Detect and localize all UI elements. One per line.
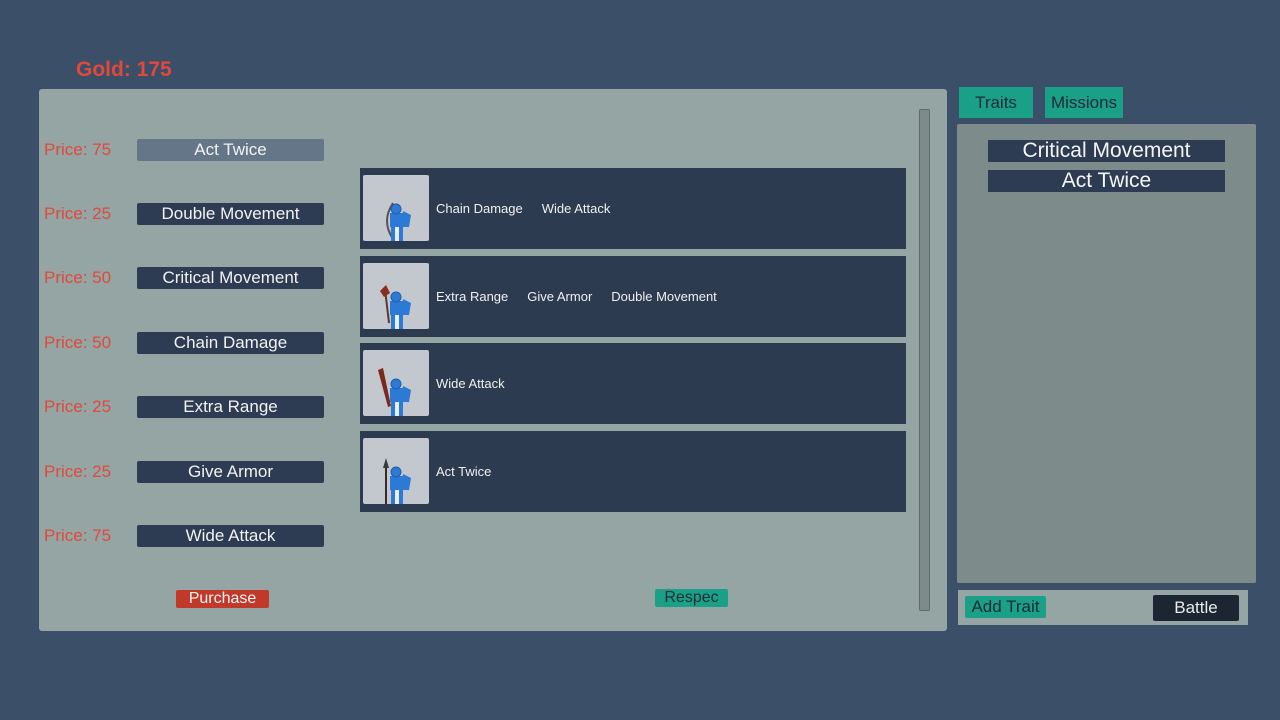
battle-button[interactable]: Battle — [1153, 595, 1239, 621]
shop-trait-extra-range[interactable]: Extra Range — [137, 396, 324, 418]
unit-portrait — [363, 175, 429, 241]
gold-counter: Gold: 175 — [76, 58, 172, 81]
shop-trait-double-movement[interactable]: Double Movement — [137, 203, 324, 225]
trait-price: Price: 75 — [44, 526, 112, 545]
shop-trait-act-twice[interactable]: Act Twice — [137, 139, 324, 161]
trait-price: Price: 25 — [44, 397, 112, 416]
shop-trait-give-armor[interactable]: Give Armor — [137, 461, 324, 483]
shop-trait-chain-damage[interactable]: Chain Damage — [137, 332, 324, 354]
unit-portrait — [363, 438, 429, 504]
respec-button[interactable]: Respec — [655, 589, 728, 607]
tab-traits[interactable]: Traits — [959, 87, 1033, 118]
unit-trait: Chain Damage — [436, 201, 523, 216]
owned-traits-panel: Critical Movement Act Twice — [957, 124, 1256, 583]
unit-trait: Wide Attack — [436, 376, 505, 391]
unit-trait: Wide Attack — [541, 201, 611, 216]
shop-trait-wide-attack[interactable]: Wide Attack — [137, 525, 324, 547]
unit-trait: Give Armor — [527, 289, 593, 304]
axe-unit-icon — [380, 285, 411, 329]
purchase-button[interactable]: Purchase — [176, 590, 269, 608]
trait-price: Price: 25 — [44, 204, 112, 223]
unit-trait: Act Twice — [436, 464, 492, 479]
unit-row[interactable]: Wide Attack — [360, 343, 906, 424]
trait-price: Price: 25 — [44, 462, 112, 481]
unit-portrait — [363, 350, 429, 416]
archer-unit-icon — [386, 202, 411, 241]
unit-row[interactable]: Extra Range Give Armor Double Movement — [360, 256, 906, 337]
trait-price: Price: 75 — [44, 140, 112, 159]
unit-trait: Double Movement — [611, 289, 717, 304]
shop-panel: Price: 75 Act Twice Price: 25 Double Mov… — [39, 89, 947, 631]
scrollbar[interactable] — [919, 109, 930, 611]
owned-trait-act-twice[interactable]: Act Twice — [988, 170, 1225, 192]
tab-missions[interactable]: Missions — [1045, 87, 1123, 118]
unit-portrait — [363, 263, 429, 329]
trait-price: Price: 50 — [44, 268, 112, 287]
trait-price: Price: 50 — [44, 333, 112, 352]
club-unit-icon — [378, 368, 411, 416]
unit-row[interactable]: Chain Damage Wide Attack — [360, 168, 906, 249]
spear-unit-icon — [383, 458, 411, 504]
owned-trait-critical-movement[interactable]: Critical Movement — [988, 140, 1225, 162]
action-bar: Add Trait Battle — [958, 590, 1248, 625]
add-trait-button[interactable]: Add Trait — [965, 596, 1046, 618]
unit-row[interactable]: Act Twice — [360, 431, 906, 512]
unit-trait: Extra Range — [436, 289, 509, 304]
shop-trait-critical-movement[interactable]: Critical Movement — [137, 267, 324, 289]
